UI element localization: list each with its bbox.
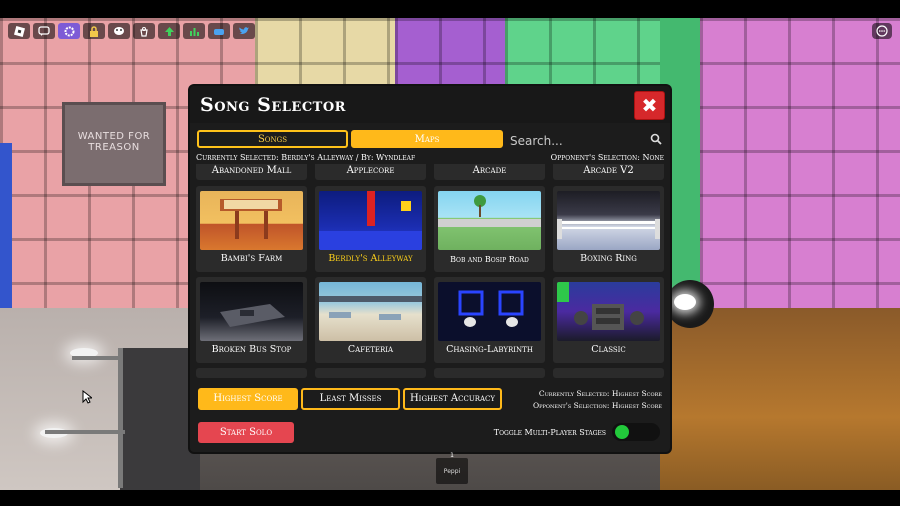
map-thumbnail [200, 282, 303, 341]
map-label: Broken Bus Stop [211, 344, 292, 355]
panel-header: Song Selector ✖ [190, 86, 670, 123]
map-thumbnail [557, 282, 660, 341]
map-card-partial[interactable]: Applecore [315, 164, 426, 180]
billboard-text: WANTED FOR TREASON [77, 131, 151, 153]
map-thumbnail [557, 191, 660, 250]
lock-icon[interactable] [83, 23, 105, 39]
map-card-berdlys-alleyway[interactable]: Berdly's Alleyway [315, 186, 426, 272]
search-icon[interactable] [650, 133, 662, 145]
player-nametag: 1 Peppi [436, 452, 468, 484]
map-card-bambis-farm[interactable]: Bambi's Farm [196, 186, 307, 272]
map-label: Chasing-Labyrinth [446, 344, 533, 355]
map-label: Bob and Bosip Road [450, 255, 529, 264]
billboard: WANTED FOR TREASON [62, 102, 166, 186]
map-thumbnail [200, 191, 303, 250]
panel-title: Song Selector [200, 94, 346, 116]
controller-icon[interactable] [208, 23, 230, 39]
magenta-building [700, 18, 900, 318]
map-card-partial[interactable]: Arcade [434, 164, 545, 180]
map-thumbnail [319, 191, 422, 250]
player-number: 1 [450, 452, 454, 459]
theater-icon[interactable] [108, 23, 130, 39]
mouse-cursor-icon [82, 390, 92, 404]
chat-icon[interactable] [33, 23, 55, 39]
search-box [507, 130, 665, 151]
player-name: Peppi [443, 468, 461, 475]
sort-current-text: Currently Selected: Highest Score [538, 389, 662, 398]
multiplayer-stages-toggle[interactable] [612, 423, 660, 441]
song-selector-panel: Song Selector ✖ Songs Maps Currently Sel… [190, 86, 670, 452]
arrow-up-icon[interactable] [158, 23, 180, 39]
opponent-selection-text: Opponent's Selection: None [550, 153, 664, 162]
map-card-cafeteria[interactable]: Cafeteria [315, 277, 426, 363]
map-label: Cafeteria [347, 344, 394, 355]
map-card-chasing-labyrinth[interactable]: Chasing-Labyrinth [434, 277, 545, 363]
map-card-partial[interactable]: Arcade V2 [553, 164, 664, 180]
roblox-toolbar [8, 23, 255, 39]
sort-least-misses-button[interactable]: Least Misses [301, 388, 400, 410]
map-label: Berdly's Alleyway [328, 253, 413, 264]
map-card-broken-bus-stop[interactable]: Broken Bus Stop [196, 277, 307, 363]
map-label: Boxing Ring [580, 253, 637, 264]
ramp [120, 348, 200, 490]
map-thumbnail [438, 282, 541, 341]
twitter-icon[interactable] [233, 23, 255, 39]
bottom-letterbox [0, 490, 900, 506]
map-card-partial[interactable] [196, 368, 307, 378]
top-letterbox [0, 0, 900, 18]
current-selection-text: Currently Selected: Berdly's Alleyway / … [196, 153, 416, 162]
map-card-partial[interactable]: Abandoned Mall [196, 164, 307, 180]
start-solo-button[interactable]: Start Solo [198, 422, 294, 443]
sort-highest-score-button[interactable]: Highest Score [198, 388, 298, 410]
blue-wall [0, 143, 12, 313]
more-icon[interactable] [872, 23, 892, 39]
map-thumbnail [319, 282, 422, 341]
map-label: Bambi's Farm [220, 253, 283, 264]
tab-songs[interactable]: Songs [197, 130, 348, 148]
map-card-classic[interactable]: Classic [553, 277, 664, 363]
map-card-partial[interactable] [434, 368, 545, 378]
tab-maps[interactable]: Maps [351, 130, 503, 148]
close-button[interactable]: ✖ [634, 91, 665, 120]
lamp-arm [72, 356, 122, 360]
lamp-arm [45, 430, 125, 434]
map-thumbnail [438, 191, 541, 250]
speaker [666, 280, 714, 328]
shop-icon[interactable] [133, 23, 155, 39]
sort-highest-accuracy-button[interactable]: Highest Accuracy [403, 388, 502, 410]
toggle-knob [615, 425, 629, 439]
map-label: Classic [591, 344, 626, 355]
settings-icon[interactable] [58, 23, 80, 39]
lamp-pole [118, 348, 123, 488]
map-grid[interactable]: Abandoned Mall Applecore Arcade Arcade V… [196, 164, 664, 378]
stats-icon[interactable] [183, 23, 205, 39]
sort-opponent-text: Opponent's Selection: Highest Score [532, 401, 662, 410]
search-input[interactable] [507, 131, 647, 151]
map-card-boxing-ring[interactable]: Boxing Ring [553, 186, 664, 272]
map-card-bob-and-bosip-road[interactable]: Bob and Bosip Road [434, 186, 545, 272]
toggle-label: Toggle Multi-Player Stages [493, 428, 606, 437]
stage-floor [660, 308, 900, 490]
map-card-partial[interactable] [553, 368, 664, 378]
roblox-logo-icon[interactable] [8, 23, 30, 39]
map-card-partial[interactable] [315, 368, 426, 378]
